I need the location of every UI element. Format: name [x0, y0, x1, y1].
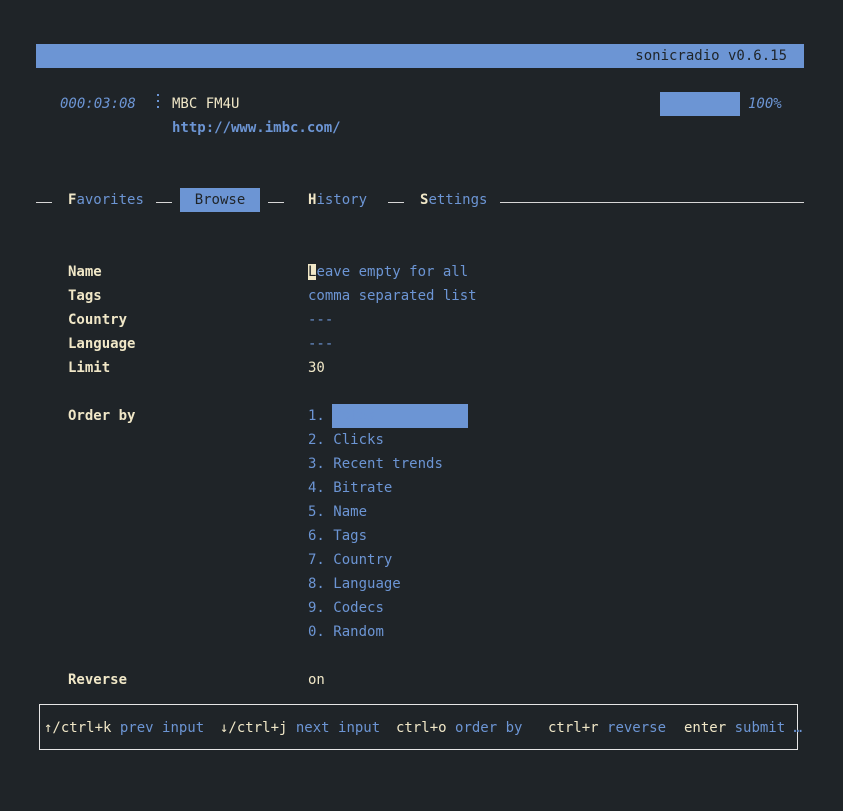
help-reverse: ctrl+r reverse: [548, 720, 667, 736]
country-label: Country: [68, 312, 128, 328]
order-option-name[interactable]: 5. Name: [308, 500, 367, 524]
order-option-country[interactable]: 7. Country: [308, 548, 392, 572]
order-by-label: Order by: [68, 408, 136, 424]
order-option-codecs[interactable]: 9. Codecs: [308, 596, 384, 620]
station-url[interactable]: http://www.imbc.com/: [172, 116, 341, 140]
tab-divider: [500, 202, 804, 203]
volume-bar[interactable]: [660, 92, 740, 116]
title-bar: sonicradio v0.6.15: [36, 44, 804, 68]
order-option-clicks[interactable]: 2. Clicks: [308, 428, 384, 452]
tab-divider: [268, 202, 284, 203]
tags-label: Tags: [68, 288, 102, 304]
country-select[interactable]: ---: [308, 308, 333, 332]
order-option-bitrate[interactable]: 4. Bitrate: [308, 476, 392, 500]
elapsed-time: 000:03:08: [60, 96, 136, 112]
tags-input[interactable]: comma separated list: [308, 284, 477, 308]
help-next-input: ↓/ctrl+j next input: [220, 720, 381, 736]
order-option-votes[interactable]: 1. Votes: [308, 404, 375, 428]
help-prev-input: ↑/ctrl+k prev input: [44, 720, 205, 736]
tab-divider: [388, 202, 404, 203]
app-title: sonicradio v0.6.15: [635, 48, 787, 64]
order-option-random[interactable]: 0. Random: [308, 620, 384, 644]
limit-input[interactable]: 30: [308, 356, 325, 380]
tab-settings[interactable]: Settings: [420, 188, 487, 212]
name-input[interactable]: Leave empty for all: [308, 260, 468, 284]
station-name: MBC FM4U: [172, 96, 240, 112]
reverse-toggle[interactable]: on: [308, 668, 325, 692]
name-label: Name: [68, 264, 102, 280]
reverse-label: Reverse: [68, 672, 128, 688]
order-option-language[interactable]: 8. Language: [308, 572, 401, 596]
help-more-ellipsis: …: [793, 720, 803, 736]
tab-browse[interactable]: Browse: [180, 188, 260, 212]
order-option-recent-trends[interactable]: 3. Recent trends: [308, 452, 443, 476]
tab-divider: [36, 202, 52, 203]
tab-divider: [156, 202, 172, 203]
language-select[interactable]: ---: [308, 332, 333, 356]
order-option-tags[interactable]: 6. Tags: [308, 524, 367, 548]
tab-history[interactable]: History: [308, 188, 367, 212]
playing-indicator-icon: [157, 94, 161, 112]
volume-label: 100%: [748, 96, 782, 112]
tab-favorites[interactable]: Favorites: [68, 188, 144, 212]
language-label: Language: [68, 336, 136, 352]
limit-label: Limit: [68, 360, 111, 376]
help-order-by: ctrl+o order by: [396, 720, 523, 736]
help-submit: enter submit …: [684, 720, 803, 736]
